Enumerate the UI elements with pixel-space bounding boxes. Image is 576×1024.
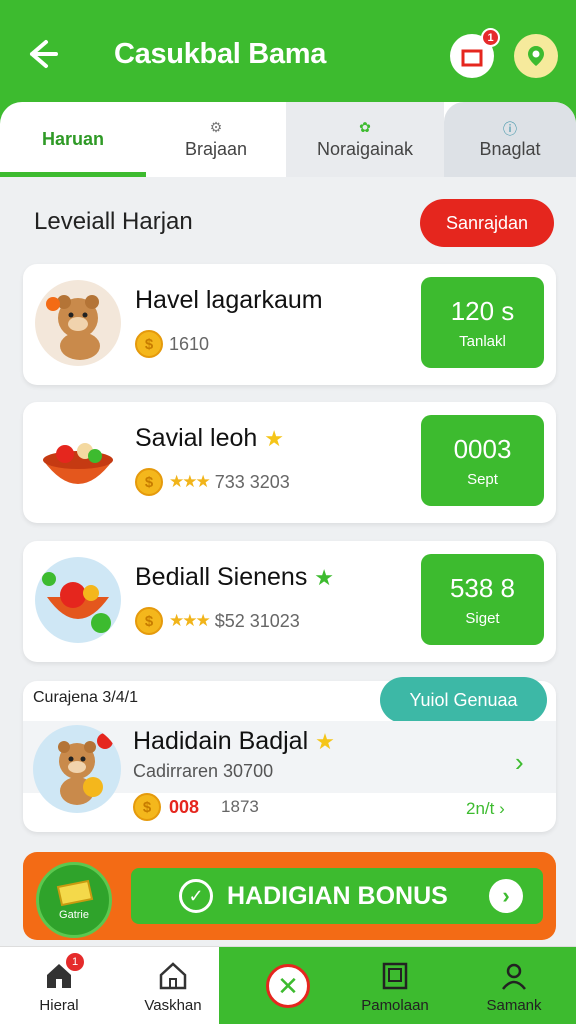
coin-icon: $ — [135, 330, 163, 358]
section-title: Leveiall Harjan — [34, 208, 193, 235]
nav-label: Pamolaan — [361, 996, 429, 1014]
location-button[interactable] — [514, 34, 558, 78]
reward-value: 0003 — [453, 433, 512, 464]
reward-label: Tanlakl — [459, 332, 506, 350]
promo-button[interactable]: ✓ HADIGIAN BONUS › — [131, 868, 543, 924]
clover-icon: ✿ — [359, 119, 371, 135]
tab-bar: Haruan ⚙ Brajaan ✿ Noraigainak ⓘ Bnaglat — [0, 102, 576, 177]
featured-title-text: Hadidain Badjal — [133, 727, 309, 755]
featured-card: Curajena 3/4/1 Yuiol Genuaa Hadidain Bad… — [23, 677, 556, 832]
reward-button[interactable]: 538 8 Siget — [421, 554, 544, 645]
card-title-text: Bediall Sienens — [135, 563, 308, 591]
reward-label: Sept — [467, 470, 498, 488]
tab-noraigainak[interactable]: ✿ Noraigainak — [286, 102, 444, 177]
reward-label: Siget — [465, 609, 500, 627]
gift-icon — [461, 49, 483, 67]
star-icon: ★ — [315, 729, 335, 754]
card-meta: $ ★★★ 733 3203 — [135, 468, 290, 496]
star-icon: ★ — [264, 426, 284, 451]
arrow-right-icon: › — [489, 879, 523, 913]
gift-button[interactable]: 1 — [450, 28, 500, 78]
tab-label: Haruan — [41, 129, 104, 149]
tab-bnaglat[interactable]: ⓘ Bnaglat — [444, 102, 576, 177]
promo-badge: Gatrie — [36, 862, 112, 938]
page-title: Casukbal Bama — [114, 38, 327, 70]
nav-close[interactable]: ✕ — [253, 947, 323, 1024]
card-title: Bediall Sienens ★ — [135, 563, 334, 592]
food-bowl-image — [35, 557, 121, 643]
food-bowl-image — [35, 418, 121, 504]
nav-label: Samank — [486, 996, 542, 1014]
nav-label: Vaskhan — [144, 996, 202, 1014]
tab-label: Brajaan — [184, 139, 248, 159]
section-action-button[interactable]: Sanrajdan — [420, 199, 554, 247]
nav-home[interactable]: 1 Hieral — [0, 947, 118, 1024]
card-meta-value: 733 3203 — [214, 471, 290, 492]
home-icon: 1 — [42, 952, 84, 993]
arrow-left-icon — [30, 40, 58, 68]
list-card[interactable]: Bediall Sienens ★ $ ★★★ $52 31023 538 8 … — [23, 541, 556, 662]
star-icon: ★ — [314, 565, 335, 590]
house-outline-icon — [156, 959, 190, 993]
featured-title: Hadidain Badjal ★ — [133, 727, 335, 756]
featured-meta: $ 008 1873 — [133, 793, 259, 821]
chevron-right-icon: › — [499, 799, 505, 818]
featured-link-text: 2n/t — [466, 799, 495, 818]
tab-haruan[interactable]: Haruan — [0, 102, 146, 177]
notification-badge: 1 — [481, 28, 500, 47]
list-card[interactable]: Savial leoh ★ $ ★★★ 733 3203 0003 Sept — [23, 402, 556, 523]
promo-badge-label: Gatrie — [59, 909, 89, 921]
list-card[interactable]: Havel lagarkaum $ 1610 120 s Tanlakl — [23, 264, 556, 385]
card-title: Savial leoh ★ — [135, 424, 284, 453]
card-meta-value: $52 31023 — [214, 610, 300, 631]
card-meta: $ 1610 — [135, 330, 209, 358]
chevron-right-icon[interactable]: › — [515, 747, 524, 778]
reward-button[interactable]: 0003 Sept — [421, 415, 544, 506]
back-button[interactable] — [22, 34, 62, 74]
featured-amount: 008 — [169, 796, 200, 817]
rating-stars-icon: ★★★ — [169, 611, 211, 630]
nav-pamolaan[interactable]: Pamolaan — [345, 947, 445, 1024]
card-meta: $ ★★★ $52 31023 — [135, 607, 300, 635]
card-meta-value: 1610 — [169, 333, 210, 354]
card-title-text: Savial leoh — [135, 424, 258, 452]
reward-button[interactable]: 120 s Tanlakl — [421, 277, 544, 368]
nav-badge: 1 — [66, 952, 84, 971]
tab-label: Noraigainak — [316, 139, 414, 159]
tab-label: Bnaglat — [479, 139, 541, 159]
user-icon — [497, 959, 531, 993]
featured-pill-button[interactable]: Yuiol Genuaa — [380, 677, 547, 723]
ticket-icon — [56, 879, 94, 907]
featured-subtitle: Cadirraren 30700 — [133, 761, 274, 781]
check-icon: ✓ — [179, 879, 213, 913]
reward-value: 538 8 — [449, 572, 516, 603]
promo-banner[interactable]: Gatrie ✓ HADIGIAN BONUS › — [23, 852, 556, 940]
reward-value: 120 s — [450, 295, 515, 326]
featured-header: Curajena 3/4/1 — [33, 689, 138, 706]
character-avatar — [35, 280, 121, 366]
location-pin-icon — [528, 46, 544, 66]
nav-label: Hieral — [39, 996, 79, 1014]
info-icon: ⓘ — [503, 121, 517, 137]
book-icon — [378, 959, 412, 993]
featured-link[interactable]: 2n/t › — [466, 799, 505, 819]
close-icon: ✕ — [266, 964, 310, 1008]
tab-brajaan[interactable]: ⚙ Brajaan — [146, 102, 286, 177]
nav-vaskhan[interactable]: Vaskhan — [118, 947, 228, 1024]
character-avatar — [33, 725, 121, 813]
featured-count: 1873 — [221, 797, 259, 816]
rating-stars-icon: ★★★ — [169, 472, 211, 491]
coin-icon: $ — [135, 607, 163, 635]
coin-icon: $ — [133, 793, 161, 821]
gear-icon: ⚙ — [209, 119, 223, 135]
bottom-nav: 1 Hieral Vaskhan ✕ Pamolaan Samank — [0, 946, 576, 1024]
nav-profile[interactable]: Samank — [464, 947, 564, 1024]
promo-label: HADIGIAN BONUS — [227, 881, 448, 910]
card-title: Havel lagarkaum — [135, 286, 323, 314]
coin-icon: $ — [135, 468, 163, 496]
